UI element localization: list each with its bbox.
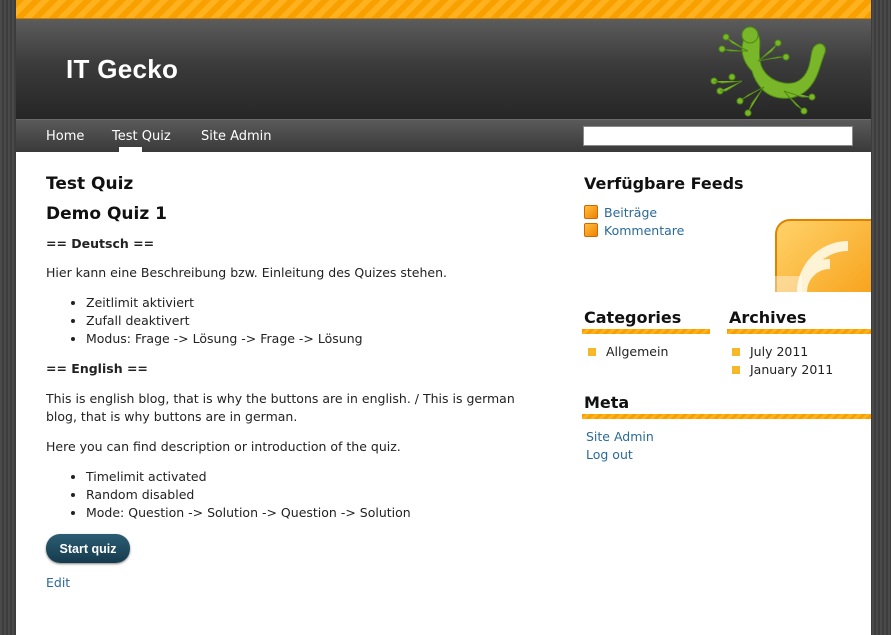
gecko-logo-icon (710, 26, 826, 117)
archive-item[interactable]: January 2011 (732, 361, 833, 379)
post-title[interactable]: Demo Quiz 1 (46, 204, 167, 224)
deutsch-intro: Hier kann eine Beschreibung bzw. Einleit… (46, 265, 448, 280)
square-bullet-icon (732, 366, 740, 374)
list-item: Modus: Frage -> Lösung -> Frage -> Lösun… (86, 330, 363, 348)
english-note: This is english blog, that is why the bu… (46, 391, 515, 424)
english-feature-list: Timelimit activated Random disabled Mode… (46, 468, 411, 522)
archive-label: July 2011 (750, 344, 809, 359)
sidebar: Verfügbare Feeds Beiträge Kommentare Cat… (582, 152, 871, 635)
main-nav: Home Test Quiz Site Admin (16, 119, 871, 152)
category-item[interactable]: Allgemein (588, 343, 668, 361)
edit-link[interactable]: Edit (46, 575, 70, 590)
meta-link-log-out[interactable]: Log out (586, 446, 633, 464)
category-label: Allgemein (606, 344, 669, 359)
archive-item[interactable]: July 2011 (732, 343, 808, 361)
feeds-heading: Verfügbare Feeds (584, 174, 744, 193)
square-bullet-icon (588, 348, 596, 356)
nav-test-quiz[interactable]: Test Quiz (112, 129, 171, 144)
search-input[interactable] (583, 126, 853, 146)
rss-feed-icon (584, 223, 598, 237)
archive-label: January 2011 (750, 362, 834, 377)
deutsch-heading: == Deutsch == (46, 236, 155, 251)
rss-feed-icon (584, 205, 598, 219)
start-quiz-button[interactable]: Start quiz (46, 534, 130, 563)
nav-site-admin[interactable]: Site Admin (201, 129, 272, 144)
archives-bar (727, 329, 871, 334)
english-intro: Here you can find description or introdu… (46, 439, 401, 454)
list-item: Zeitlimit aktiviert (86, 294, 363, 312)
categories-bar (582, 329, 710, 334)
archives-heading: Archives (729, 308, 807, 327)
top-stripe (16, 0, 871, 19)
categories-heading: Categories (584, 308, 682, 327)
feed-link-posts[interactable]: Beiträge (584, 204, 657, 222)
feed-link-comments[interactable]: Kommentare (584, 222, 684, 240)
rss-large-icon (772, 216, 871, 292)
nav-home[interactable]: Home (46, 129, 84, 144)
list-item: Random disabled (86, 486, 411, 504)
feed-link-label: Beiträge (604, 205, 658, 220)
english-heading: == English == (46, 361, 148, 376)
content-area: Test Quiz Demo Quiz 1 == Deutsch == Hier… (16, 152, 871, 635)
list-item: Timelimit activated (86, 468, 411, 486)
site-title[interactable]: IT Gecko (66, 54, 178, 85)
feed-link-label: Kommentare (604, 223, 685, 238)
list-item: Mode: Question -> Solution -> Question -… (86, 504, 411, 522)
page-title: Test Quiz (46, 174, 134, 194)
page-frame: IT Gecko Home Test Quiz Site Admin Test … (16, 0, 871, 635)
deutsch-feature-list: Zeitlimit aktiviert Zufall deaktivert Mo… (46, 294, 363, 348)
square-bullet-icon (732, 348, 740, 356)
meta-heading: Meta (584, 393, 630, 412)
meta-bar (582, 414, 871, 419)
site-header: IT Gecko (16, 19, 871, 119)
list-item: Zufall deaktivert (86, 312, 363, 330)
meta-link-site-admin[interactable]: Site Admin (586, 428, 654, 446)
